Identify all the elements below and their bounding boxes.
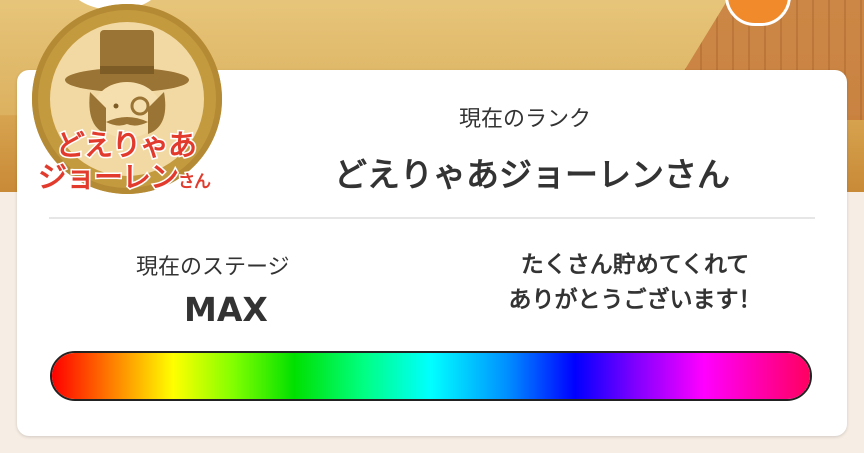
current-rank-label: 現在のランク <box>459 107 592 132</box>
stage-progress-bar <box>50 351 812 401</box>
thank-you-line2: ありがとうございます！ <box>508 287 762 313</box>
rank-badge: どえりゃあ ジョーレンさん <box>32 4 222 196</box>
badge-text-suffix: さん <box>177 171 213 194</box>
card-divider <box>49 217 815 219</box>
current-stage-value: MAX <box>184 290 268 329</box>
stage-progress-fill <box>52 353 810 399</box>
current-stage-label: 現在のステージ <box>136 255 290 280</box>
badge-text-main: ジョーレン <box>36 159 180 196</box>
badge-text-line2: ジョーレンさん <box>36 154 213 196</box>
thank-you-line1: たくさん貯めてくれて <box>520 252 750 278</box>
current-rank-name: どえりゃあジョーレンさん <box>334 155 730 194</box>
thank-you-message: たくさん貯めてくれて ありがとうございます！ <box>485 248 785 318</box>
